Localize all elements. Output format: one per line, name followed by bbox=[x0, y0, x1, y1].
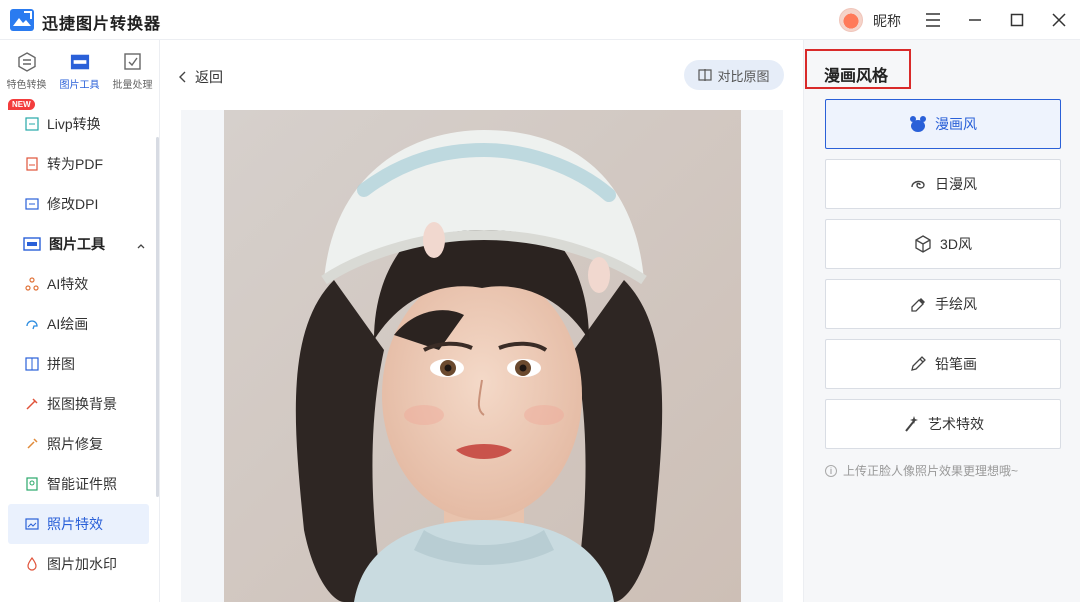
sidebar-item-label: Livp转换 bbox=[47, 116, 101, 132]
panel-title: 漫画风格 bbox=[824, 68, 889, 85]
sidebar-item-label: 智能证件照 bbox=[47, 476, 117, 492]
sidebar-item-livp[interactable]: NEW Livp转换 bbox=[0, 99, 156, 144]
pencil-icon bbox=[909, 355, 927, 373]
preview-image bbox=[224, 110, 741, 602]
watermark-icon bbox=[25, 557, 39, 571]
cube-icon bbox=[914, 235, 932, 253]
back-button[interactable]: 返回 bbox=[179, 67, 223, 87]
style-label: 手绘风 bbox=[935, 296, 977, 312]
title-bar: 迅捷图片转换器 昵称 bbox=[0, 0, 1080, 40]
ai-effect-icon bbox=[25, 277, 39, 291]
new-badge: NEW bbox=[8, 99, 35, 110]
image-tools-icon bbox=[70, 52, 90, 72]
compare-label: 对比原图 bbox=[717, 68, 770, 84]
style-comic-button[interactable]: 漫画风 bbox=[825, 99, 1061, 149]
bear-icon bbox=[909, 115, 927, 133]
maximize-icon[interactable] bbox=[1005, 8, 1029, 32]
style-label: 漫画风 bbox=[935, 116, 977, 132]
sidebar-list: NEW Livp转换 转为PDF 修改DPI 图片工具 AI特效 AI绘画 拼图… bbox=[0, 99, 156, 584]
app-logo-icon bbox=[10, 9, 34, 31]
tip-text: 上传正脸人像照片效果更理想哦~ bbox=[843, 464, 1019, 478]
sidebar-item-photo-effect[interactable]: 照片特效 bbox=[8, 504, 149, 544]
sidebar-item-label: 拼图 bbox=[47, 356, 75, 372]
sidebar-item-label: AI绘画 bbox=[47, 316, 89, 332]
photo-effect-icon bbox=[25, 517, 39, 531]
compare-icon bbox=[698, 69, 713, 81]
sidebar: 特色转换 图片工具 批量处理 NEW Livp转换 转为PDF 修改DPI 图片… bbox=[0, 40, 160, 602]
sidebar-item-cutout[interactable]: 抠图换背景 bbox=[0, 384, 156, 424]
sidebar-item-ai-effect[interactable]: AI特效 bbox=[0, 264, 156, 304]
sidebar-item-label: 照片修复 bbox=[47, 436, 103, 452]
sidebar-item-label: 抠图换背景 bbox=[47, 396, 117, 412]
repair-icon bbox=[25, 437, 39, 451]
tab-label: 批量处理 bbox=[112, 80, 153, 91]
livp-icon bbox=[25, 117, 39, 131]
magic-wand-icon bbox=[902, 415, 920, 433]
sidebar-item-repair[interactable]: 照片修复 bbox=[0, 424, 156, 464]
minimize-icon[interactable] bbox=[963, 8, 987, 32]
pdf-icon bbox=[25, 157, 39, 171]
sidebar-section-image-tools[interactable]: 图片工具 bbox=[0, 224, 156, 264]
sidebar-item-pdf[interactable]: 转为PDF bbox=[0, 144, 156, 184]
batch-icon bbox=[123, 52, 143, 72]
eraser-icon bbox=[909, 295, 927, 313]
style-label: 艺术特效 bbox=[928, 416, 984, 432]
dpi-icon bbox=[25, 197, 39, 211]
sidebar-item-ai-paint[interactable]: AI绘画 bbox=[0, 304, 156, 344]
sidebar-tabs: 特色转换 图片工具 批量处理 bbox=[0, 40, 160, 98]
sidebar-scrollbar[interactable] bbox=[156, 137, 159, 497]
tab-batch[interactable]: 批量处理 bbox=[106, 40, 159, 98]
sidebar-item-dpi[interactable]: 修改DPI bbox=[0, 184, 156, 224]
user-name[interactable]: 昵称 bbox=[873, 11, 901, 31]
info-icon: i bbox=[825, 464, 837, 477]
sidebar-item-collage[interactable]: 拼图 bbox=[0, 344, 156, 384]
swirl-icon bbox=[909, 175, 927, 193]
convert-icon bbox=[17, 52, 37, 72]
menu-icon[interactable] bbox=[921, 8, 945, 32]
app-title: 迅捷图片转换器 bbox=[42, 16, 162, 33]
style-handdrawn-button[interactable]: 手绘风 bbox=[825, 279, 1061, 329]
collage-icon bbox=[25, 357, 39, 371]
main-area: 返回 对比原图 bbox=[161, 40, 803, 602]
image-tools-icon bbox=[23, 237, 41, 251]
style-panel: 漫画风格 漫画风 日漫风 3D风 手绘风 铅笔画 艺术特效 i 上传正脸人像照片… bbox=[803, 40, 1080, 602]
tab-label: 特色转换 bbox=[6, 80, 47, 91]
style-pencil-button[interactable]: 铅笔画 bbox=[825, 339, 1061, 389]
sidebar-item-watermark[interactable]: 图片加水印 bbox=[0, 544, 156, 584]
chevron-left-icon bbox=[179, 71, 187, 83]
sidebar-section-label: 图片工具 bbox=[49, 236, 105, 252]
style-label: 3D风 bbox=[940, 236, 972, 252]
sidebar-item-label: 修改DPI bbox=[47, 196, 99, 212]
preview-canvas bbox=[181, 110, 783, 602]
sidebar-item-label: AI特效 bbox=[47, 276, 89, 292]
sidebar-item-label: 图片加水印 bbox=[47, 556, 117, 572]
sidebar-item-label: 转为PDF bbox=[47, 156, 103, 172]
style-anime-button[interactable]: 日漫风 bbox=[825, 159, 1061, 209]
tab-image-tools[interactable]: 图片工具 bbox=[53, 40, 106, 98]
close-icon[interactable] bbox=[1047, 8, 1071, 32]
sidebar-item-label: 照片特效 bbox=[47, 516, 103, 532]
cutout-icon bbox=[25, 397, 39, 411]
style-label: 日漫风 bbox=[935, 176, 977, 192]
tab-special-convert[interactable]: 特色转换 bbox=[0, 40, 53, 98]
avatar[interactable] bbox=[839, 8, 863, 32]
compare-original-button[interactable]: 对比原图 bbox=[684, 60, 784, 90]
sidebar-item-id-photo[interactable]: 智能证件照 bbox=[0, 464, 156, 504]
style-3d-button[interactable]: 3D风 bbox=[825, 219, 1061, 269]
upload-tip: i 上传正脸人像照片效果更理想哦~ bbox=[825, 462, 1018, 479]
tab-label: 图片工具 bbox=[59, 80, 100, 91]
id-photo-icon bbox=[25, 477, 39, 491]
ai-paint-icon bbox=[25, 317, 39, 331]
style-label: 铅笔画 bbox=[935, 356, 977, 372]
back-label: 返回 bbox=[195, 69, 223, 85]
chevron-up-icon[interactable] bbox=[136, 238, 146, 254]
style-art-effect-button[interactable]: 艺术特效 bbox=[825, 399, 1061, 449]
